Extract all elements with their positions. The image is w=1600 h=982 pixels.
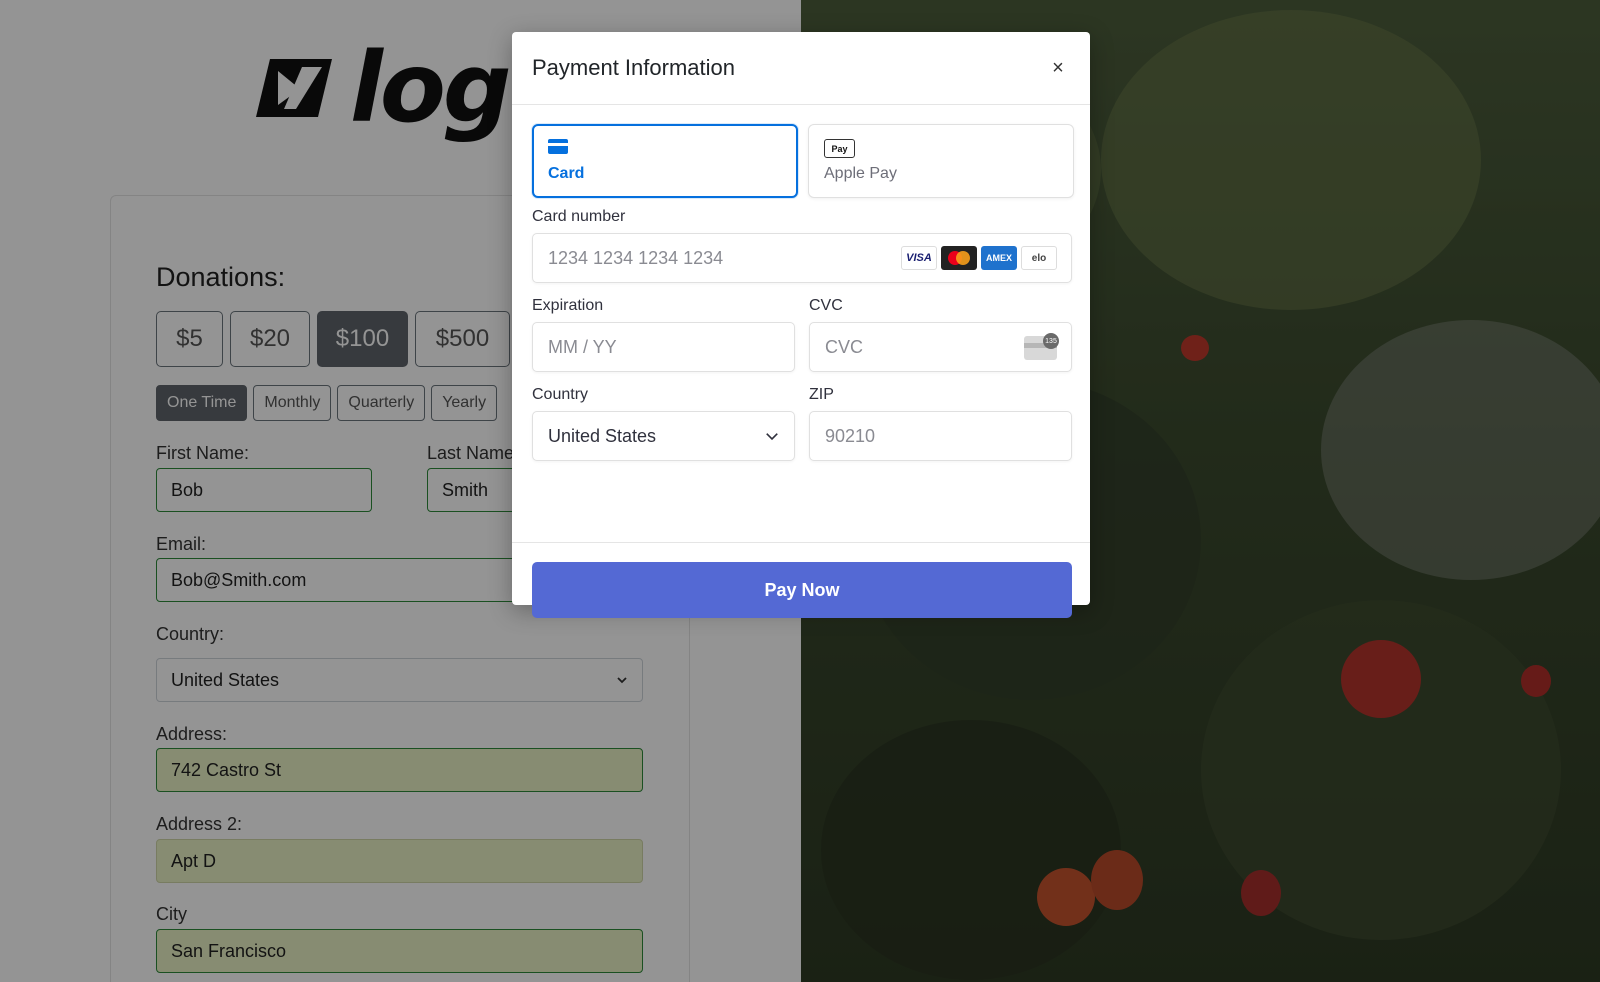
cvc-input[interactable]: CVC 135 [809, 322, 1072, 372]
elo-icon: elo [1021, 246, 1057, 270]
country-select-modal[interactable]: United States [532, 411, 795, 461]
card-number-input[interactable]: 1234 1234 1234 1234 VISA AMEX elo [532, 233, 1072, 283]
amex-icon: AMEX [981, 246, 1017, 270]
tab-card-label: Card [548, 165, 585, 182]
expiration-label: Expiration [532, 297, 604, 314]
zip-placeholder: 90210 [825, 425, 876, 446]
close-button[interactable]: × [1046, 56, 1070, 80]
payment-modal: Payment Information × Card Pay Apple Pay… [512, 32, 1090, 618]
country-label-modal: Country [532, 386, 589, 403]
tab-apple-pay[interactable]: Pay Apple Pay [808, 124, 1074, 198]
card-number-label: Card number [532, 208, 626, 225]
zip-label: ZIP [809, 386, 834, 403]
expiration-placeholder: MM / YY [548, 336, 617, 357]
chevron-down-icon [766, 433, 778, 441]
cvc-label: CVC [809, 297, 843, 314]
card-brands: VISA AMEX elo [901, 246, 1057, 270]
card-icon [548, 139, 568, 154]
cvc-card-icon: 135 [1024, 333, 1059, 360]
expiration-input[interactable]: MM / YY [532, 322, 795, 372]
tab-card[interactable]: Card [532, 124, 798, 198]
close-icon: × [1052, 56, 1064, 79]
modal-title: Payment Information [532, 55, 735, 80]
card-number-placeholder: 1234 1234 1234 1234 [548, 247, 724, 268]
modal-header: Payment Information × [512, 32, 1090, 105]
modal-footer-divider [512, 542, 1090, 543]
mastercard-icon [941, 246, 977, 270]
country-select-modal-value: United States [548, 425, 657, 446]
pay-now-button[interactable]: Pay Now [532, 562, 1072, 618]
zip-input[interactable]: 90210 [809, 411, 1072, 461]
apple-pay-icon: Pay [824, 139, 855, 158]
payment-method-tabs: Card Pay Apple Pay [532, 124, 1074, 198]
tab-apple-pay-label: Apple Pay [824, 165, 897, 182]
visa-icon: VISA [901, 246, 937, 270]
cvc-placeholder: CVC [825, 336, 864, 357]
